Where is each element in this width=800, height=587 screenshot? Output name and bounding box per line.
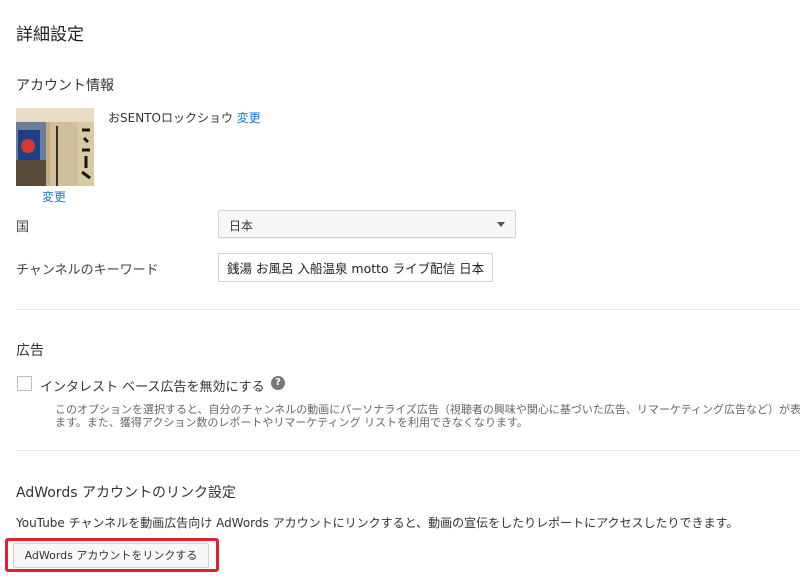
dropdown-caret-icon	[497, 222, 505, 227]
ads-heading: 広告	[16, 343, 44, 359]
adwords-heading: AdWords アカウントのリンク設定	[16, 485, 236, 501]
country-label: 国	[16, 220, 30, 235]
adwords-description: YouTube チャンネルを動画広告向け AdWords アカウントにリンクする…	[16, 516, 739, 530]
keywords-input[interactable]	[218, 253, 493, 282]
change-name-link[interactable]: 変更	[237, 111, 261, 125]
interest-ads-label[interactable]: インタレスト ベース広告を無効にする	[40, 376, 265, 395]
ads-description-line2: ます。また、獲得アクション数のレポートやリマーケティング リストを利用できなくな…	[55, 416, 528, 429]
help-icon[interactable]: ?	[271, 376, 285, 390]
advanced-settings-page: 詳細設定 アカウント情報 変更 おSENTOロックショウ 変更 国 日本 チャン…	[0, 0, 800, 587]
change-avatar-link[interactable]: 変更	[42, 188, 66, 205]
channel-avatar[interactable]	[16, 108, 94, 186]
link-adwords-button[interactable]: AdWords アカウントをリンクする	[13, 543, 209, 568]
country-selected-value: 日本	[229, 219, 254, 233]
section-divider	[16, 309, 800, 310]
channel-name-row: おSENTOロックショウ 変更	[108, 109, 261, 126]
country-select[interactable]: 日本	[218, 210, 516, 238]
interest-ads-checkbox[interactable]	[17, 376, 32, 391]
section-divider	[16, 450, 800, 451]
channel-name: おSENTOロックショウ	[108, 111, 233, 125]
keywords-label: チャンネルのキーワード	[16, 263, 159, 278]
page-title: 詳細設定	[16, 25, 84, 45]
account-info-heading: アカウント情報	[16, 78, 114, 94]
